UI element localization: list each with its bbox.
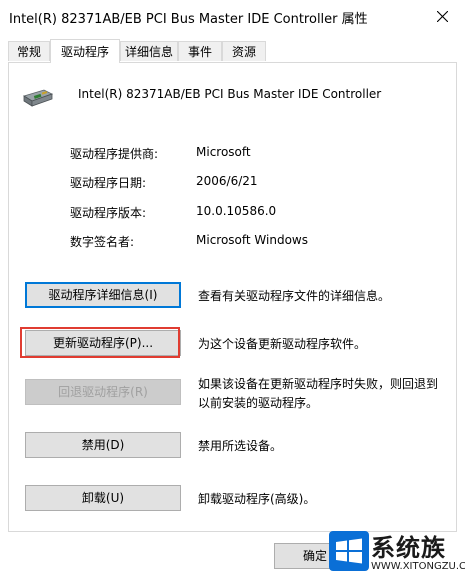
disable-button[interactable]: 禁用(D) <box>25 432 181 458</box>
title-bar: Intel(R) 82371AB/EB PCI Bus Master IDE C… <box>0 0 465 32</box>
windows-logo-icon <box>329 531 369 571</box>
device-name: Intel(R) 82371AB/EB PCI Bus Master IDE C… <box>78 87 382 101</box>
uninstall-description: 卸载驱动程序(高级)。 <box>198 492 316 506</box>
close-icon <box>436 10 448 22</box>
watermark-text: 系统族 <box>371 534 446 562</box>
version-label: 驱动程序版本: <box>70 206 147 220</box>
rollback-driver-button: 回退驱动程序(R) <box>25 379 181 405</box>
driver-details-description: 查看有关驱动程序文件的详细信息。 <box>198 289 391 303</box>
disable-description: 禁用所选设备。 <box>198 439 283 453</box>
watermark-url: WWW.XITONGZU.COM <box>371 561 465 572</box>
window-title: Intel(R) 82371AB/EB PCI Bus Master IDE C… <box>9 12 368 27</box>
ide-controller-icon <box>23 89 54 107</box>
tab-resources[interactable]: 资源 <box>222 41 266 61</box>
driver-details-button[interactable]: 驱动程序详细信息(I) <box>25 282 181 308</box>
provider-label: 驱动程序提供商: <box>70 147 159 161</box>
signer-label: 数字签名者: <box>70 235 135 249</box>
close-button[interactable] <box>419 0 465 32</box>
date-label: 驱动程序日期: <box>70 176 147 190</box>
date-value: 2006/6/21 <box>196 174 258 188</box>
tab-events[interactable]: 事件 <box>178 41 222 61</box>
signer-value: Microsoft Windows <box>196 233 308 247</box>
highlight-box <box>20 327 180 358</box>
update-driver-description: 为这个设备更新驱动程序软件。 <box>198 337 367 351</box>
version-value: 10.0.10586.0 <box>196 204 277 218</box>
tab-driver[interactable]: 驱动程序 <box>50 39 120 63</box>
watermark: 系统族 WWW.XITONGZU.COM <box>327 523 465 581</box>
tab-details[interactable]: 详细信息 <box>120 41 178 61</box>
rollback-driver-description: 如果该设备在更新驱动程序时失败，则回退到以前安装的驱动程序。 <box>198 377 439 410</box>
uninstall-button[interactable]: 卸载(U) <box>25 485 181 511</box>
tab-general[interactable]: 常规 <box>8 41 50 61</box>
provider-value: Microsoft <box>196 145 251 159</box>
